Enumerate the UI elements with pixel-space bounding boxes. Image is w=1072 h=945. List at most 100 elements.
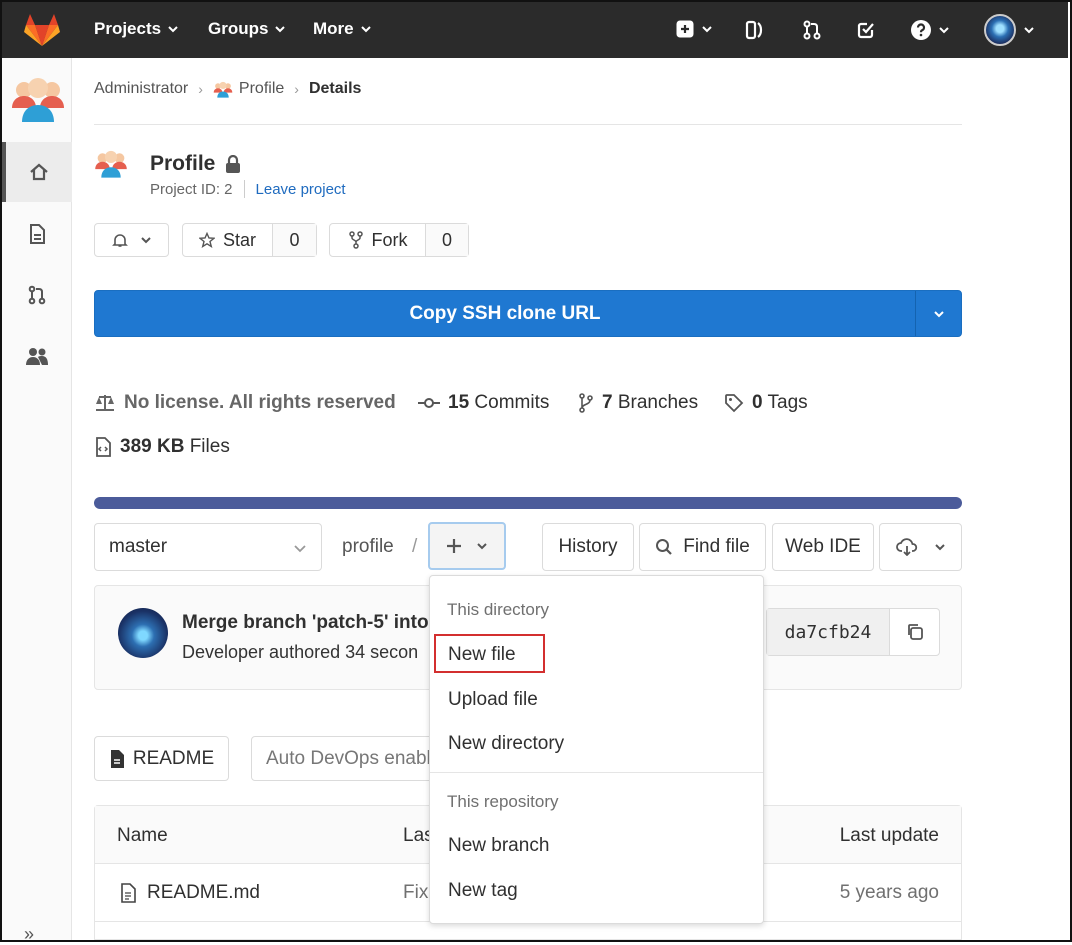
menu-item-new-tag[interactable]: New tag — [448, 880, 518, 902]
project-meta: Project ID: 2 Leave project — [150, 180, 346, 198]
user-avatar[interactable] — [984, 14, 1016, 46]
commits-stat[interactable]: 15 Commits — [418, 392, 549, 414]
project-name: Profile — [150, 152, 216, 175]
users-icon — [26, 348, 48, 365]
chevron-down-icon — [360, 26, 371, 33]
sidebar-item-members[interactable] — [2, 326, 72, 386]
menu-item-new-file[interactable]: New file — [448, 644, 516, 666]
dropdown-header-directory: This directory — [447, 600, 550, 619]
file-name-link[interactable]: README.md — [147, 882, 260, 904]
divider — [94, 124, 962, 125]
sidebar-item-merge-requests[interactable] — [2, 265, 72, 325]
history-button[interactable]: History — [542, 523, 634, 571]
clone-split-button: Copy SSH clone URL — [94, 290, 962, 337]
notification-dropdown-button[interactable] — [94, 223, 169, 257]
project-avatar[interactable] — [10, 74, 66, 127]
copy-sha-button[interactable] — [890, 609, 939, 655]
path-separator: / — [412, 536, 418, 557]
breadcrumb-separator-icon: › — [198, 81, 203, 97]
plus-icon — [447, 539, 461, 553]
menu-item-upload-file[interactable]: Upload file — [448, 689, 538, 711]
nav-projects[interactable]: Projects — [94, 19, 179, 39]
breadcrumb-details[interactable]: Details — [309, 80, 361, 98]
home-icon — [30, 163, 48, 181]
merge-requests-icon[interactable] — [801, 19, 823, 41]
column-header-name: Name — [117, 825, 168, 846]
chevron-down-icon[interactable] — [1023, 24, 1035, 36]
menu-item-new-branch[interactable]: New branch — [448, 835, 549, 857]
file-last-commit[interactable]: Fix — [403, 882, 428, 904]
tag-icon — [725, 394, 744, 413]
page-title: Profile — [150, 152, 241, 176]
branch-icon — [579, 393, 593, 413]
bell-icon — [111, 234, 128, 247]
leave-project-link[interactable]: Leave project — [256, 181, 346, 198]
project-sidebar: » — [2, 58, 72, 944]
chevron-down-icon — [140, 237, 151, 244]
web-ide-button[interactable]: Web IDE — [772, 523, 874, 571]
file-icon — [110, 749, 124, 768]
download-dropdown-button[interactable] — [879, 523, 962, 571]
chevron-down-icon — [294, 545, 306, 553]
star-button[interactable]: Star 0 — [182, 223, 317, 257]
chevron-down-icon — [477, 543, 487, 550]
fork-button[interactable]: Fork 0 — [329, 223, 469, 257]
chevron-down-icon — [702, 26, 712, 33]
nav-more[interactable]: More — [313, 19, 372, 39]
dropdown-header-repository: This repository — [447, 792, 559, 811]
star-count[interactable]: 0 — [272, 224, 316, 256]
fork-icon — [348, 231, 363, 249]
plus-square-icon — [676, 20, 694, 38]
commit-sha-group: da7cfb24 — [766, 608, 940, 656]
copy-icon — [907, 624, 923, 640]
chevron-down-icon — [939, 27, 949, 34]
tags-stat[interactable]: 0 Tags — [724, 392, 808, 414]
find-file-button[interactable]: Find file — [639, 523, 766, 571]
breadcrumb: Administrator › Profile › Details — [94, 80, 361, 98]
readme-button[interactable]: README — [94, 736, 229, 781]
commit-sha[interactable]: da7cfb24 — [767, 609, 890, 655]
cloud-download-icon — [895, 538, 917, 556]
files-stat[interactable]: 389 KB Files — [94, 436, 230, 458]
commit-author-avatar[interactable] — [118, 608, 168, 658]
license-stat[interactable]: No license. All rights reserved — [94, 392, 396, 414]
nav-groups[interactable]: Groups — [208, 19, 286, 39]
project-id: Project ID: 2 — [150, 180, 233, 198]
menu-item-new-directory[interactable]: New directory — [448, 733, 564, 755]
chevron-down-icon — [933, 310, 944, 317]
commit-author-line: Developer authored 34 secon — [182, 642, 419, 662]
path-root[interactable]: profile — [342, 536, 394, 558]
commit-icon — [418, 398, 440, 408]
column-header-last-update: Last update — [839, 825, 939, 846]
file-last-update: 5 years ago — [839, 882, 939, 903]
search-icon — [656, 539, 673, 555]
breadcrumb-profile[interactable]: Profile — [213, 80, 284, 98]
scale-icon — [96, 395, 114, 411]
help-dropdown-button[interactable] — [910, 19, 950, 41]
todos-icon[interactable] — [855, 19, 877, 41]
help-icon — [911, 20, 931, 40]
chevron-down-icon — [275, 26, 286, 33]
sidebar-item-project-home[interactable] — [2, 142, 72, 202]
file-icon — [121, 883, 136, 903]
clone-options-dropdown[interactable] — [915, 291, 961, 336]
gitlab-logo-icon[interactable] — [24, 13, 60, 52]
chevron-down-icon — [168, 26, 178, 33]
sidebar-item-repository[interactable] — [2, 204, 72, 264]
breadcrumb-administrator[interactable]: Administrator — [94, 80, 188, 98]
top-navbar: Projects Groups More — [2, 2, 1068, 58]
branches-stat[interactable]: 7 Branches — [578, 392, 698, 414]
auto-devops-button[interactable]: Auto DevOps enabled — [251, 736, 451, 781]
commit-title[interactable]: Merge branch 'patch-5' into — [182, 612, 429, 634]
branch-selector[interactable]: master — [94, 523, 322, 571]
issues-icon[interactable] — [744, 19, 766, 41]
meta-separator — [243, 180, 245, 198]
file-code-icon — [96, 437, 111, 457]
merge-request-icon — [28, 285, 46, 305]
fork-count[interactable]: 0 — [425, 224, 468, 256]
copy-ssh-clone-url-button[interactable]: Copy SSH clone URL — [95, 291, 915, 336]
add-to-tree-dropdown-button[interactable] — [428, 522, 506, 570]
add-to-tree-dropdown-menu: This directory New file Upload file New … — [429, 575, 764, 924]
new-dropdown-button[interactable] — [675, 19, 713, 39]
repository-languages-bar — [94, 497, 962, 509]
